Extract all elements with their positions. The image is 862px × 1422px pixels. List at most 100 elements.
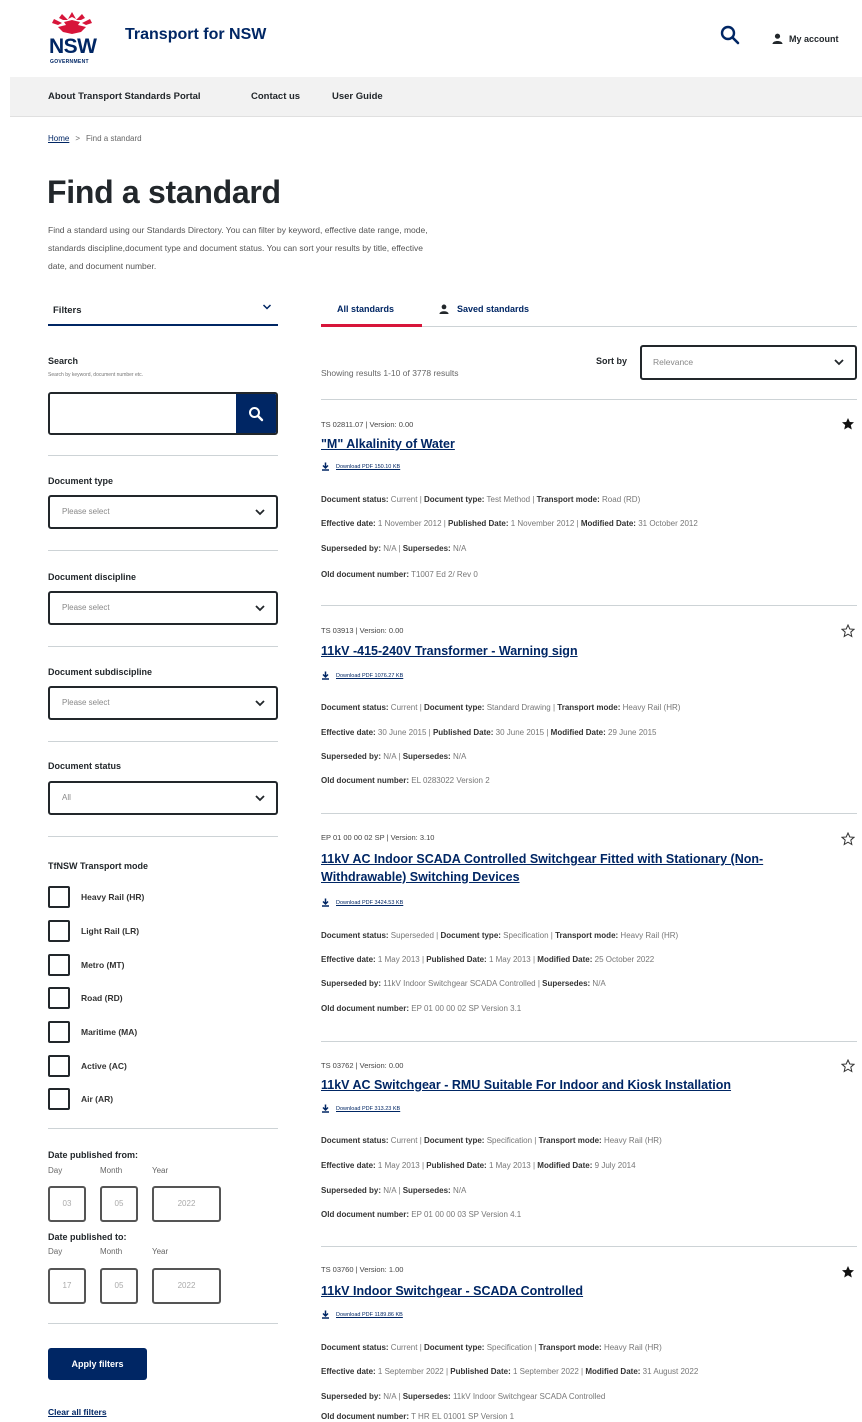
download-link[interactable]: Download PDF 313.23 KB bbox=[321, 1104, 400, 1113]
results-tabs: All standards Saved standards bbox=[321, 298, 857, 327]
checkbox-light-rail[interactable]: Light Rail (LR) bbox=[48, 920, 139, 942]
transport-mode-label: TfNSW Transport mode bbox=[48, 861, 149, 871]
tab-saved-standards[interactable]: Saved standards bbox=[439, 304, 529, 314]
tab-all-standards[interactable]: All standards bbox=[337, 304, 394, 314]
divider bbox=[48, 741, 278, 742]
checkbox[interactable] bbox=[48, 1055, 70, 1077]
divider bbox=[321, 1246, 857, 1247]
results-count: Showing results 1-10 of 3778 results bbox=[321, 368, 459, 378]
result-title[interactable]: "M" Alkalinity of Water bbox=[321, 435, 831, 453]
search-input[interactable] bbox=[50, 394, 240, 433]
to-year-input[interactable]: 2022 bbox=[152, 1268, 221, 1304]
divider bbox=[48, 455, 278, 456]
star-outline-icon[interactable] bbox=[841, 624, 855, 638]
result-title[interactable]: 11kV Indoor Switchgear - SCADA Controlle… bbox=[321, 1282, 831, 1300]
result-dates-line: Effective date: 1 November 2012 | Publis… bbox=[321, 519, 698, 528]
checkbox[interactable] bbox=[48, 987, 70, 1009]
discipline-select[interactable]: Please select bbox=[48, 591, 278, 625]
search-hint: Search by keyword, document number etc. bbox=[48, 372, 144, 378]
discipline-value: Please select bbox=[62, 603, 110, 612]
result-title-line: Withdrawable) Switching Devices bbox=[321, 870, 520, 884]
to-day-input[interactable]: 17 bbox=[48, 1268, 86, 1304]
user-icon bbox=[439, 304, 449, 314]
checkbox-active[interactable]: Active (AC) bbox=[48, 1055, 127, 1077]
checkbox-road[interactable]: Road (RD) bbox=[48, 987, 123, 1009]
result-title[interactable]: 11kV AC Switchgear - RMU Suitable For In… bbox=[321, 1076, 831, 1094]
nav-contact[interactable]: Contact us bbox=[251, 91, 300, 102]
day-label: Day bbox=[48, 1166, 63, 1175]
checkbox-metro[interactable]: Metro (MT) bbox=[48, 954, 124, 976]
nav-about[interactable]: About Transport Standards Portal bbox=[48, 91, 201, 102]
checkbox[interactable] bbox=[48, 1021, 70, 1043]
divider bbox=[321, 399, 857, 400]
result-dates-line: Effective date: 1 September 2022 | Publi… bbox=[321, 1367, 699, 1376]
download-link[interactable]: Download PDF 1076.27 KB bbox=[321, 671, 403, 680]
checkbox-label: Metro (MT) bbox=[81, 960, 125, 970]
document-type-label: Document type bbox=[48, 476, 114, 486]
search-label: Search bbox=[48, 356, 79, 366]
active-tab-indicator bbox=[321, 324, 422, 327]
day-label: Day bbox=[48, 1247, 63, 1256]
chevron-down-icon bbox=[255, 605, 265, 612]
result-status-line: Document status: Current | Document type… bbox=[321, 1343, 662, 1352]
star-filled-icon[interactable] bbox=[841, 417, 855, 431]
star-outline-icon[interactable] bbox=[841, 1059, 855, 1073]
nsw-government-logo[interactable]: NSW GOVERNMENT bbox=[48, 10, 100, 65]
subdiscipline-select[interactable]: Please select bbox=[48, 686, 278, 720]
download-link[interactable]: Download PDF 3424.53 KB bbox=[321, 898, 403, 907]
search-field bbox=[48, 392, 278, 435]
result-status-line: Document status: Current | Document type… bbox=[321, 1136, 662, 1145]
result-id-version: EP 01 00 00 02 SP | Version: 3.10 bbox=[321, 833, 435, 842]
result-title[interactable]: 11kV AC Indoor SCADA Controlled Switchge… bbox=[321, 850, 831, 886]
breadcrumb-current: Find a standard bbox=[86, 134, 142, 143]
star-filled-icon[interactable] bbox=[841, 1265, 855, 1279]
from-day-input[interactable]: 03 bbox=[48, 1186, 86, 1222]
discipline-label: Document discipline bbox=[48, 572, 137, 582]
top-navigation: About Transport Standards Portal Contact… bbox=[10, 77, 862, 117]
sort-select[interactable]: Relevance bbox=[640, 345, 857, 380]
status-select[interactable]: All bbox=[48, 781, 278, 815]
result-status-line: Document status: Current | Document type… bbox=[321, 703, 681, 712]
from-year-input[interactable]: 2022 bbox=[152, 1186, 221, 1222]
clear-filters-link[interactable]: Clear all filters bbox=[48, 1407, 107, 1417]
filters-toggle[interactable]: Filters bbox=[48, 298, 278, 326]
apply-filters-button[interactable]: Apply filters bbox=[48, 1348, 147, 1380]
download-link[interactable]: Download PDF 1189.86 KB bbox=[321, 1310, 403, 1319]
search-icon bbox=[249, 406, 264, 421]
checkbox[interactable] bbox=[48, 886, 70, 908]
checkbox-label: Light Rail (LR) bbox=[81, 926, 140, 936]
document-type-select[interactable]: Please select bbox=[48, 495, 278, 529]
page-title: Find a standard bbox=[47, 174, 281, 210]
result-supersede-line: Superseded by: 11kV Indoor Switchgear SC… bbox=[321, 979, 606, 988]
download-label: Download PDF 1076.27 KB bbox=[336, 672, 404, 679]
result-supersede-line: Superseded by: N/A | Supersedes: 11kV In… bbox=[321, 1392, 606, 1401]
star-outline-icon[interactable] bbox=[841, 832, 855, 846]
site-title[interactable]: Transport for NSW bbox=[125, 26, 266, 44]
breadcrumb-home[interactable]: Home bbox=[48, 134, 69, 143]
checkbox-maritime[interactable]: Maritime (MA) bbox=[48, 1021, 137, 1043]
result-old-number-line: Old document number: T1007 Ed 2/ Rev 0 bbox=[321, 570, 478, 579]
chevron-down-icon bbox=[255, 795, 265, 802]
month-label: Month bbox=[100, 1247, 123, 1256]
to-month-input[interactable]: 05 bbox=[100, 1268, 138, 1304]
checkbox[interactable] bbox=[48, 1088, 70, 1110]
result-id-version: TS 02811.07 | Version: 0.00 bbox=[321, 420, 414, 429]
search-icon[interactable] bbox=[719, 24, 741, 46]
search-submit-button[interactable] bbox=[236, 394, 276, 433]
result-old-number-line: Old document number: EP 01 00 00 02 SP V… bbox=[321, 1004, 522, 1013]
intro-line: date, and document number. bbox=[48, 261, 157, 271]
result-title[interactable]: 11kV -415-240V Transformer - Warning sig… bbox=[321, 642, 831, 660]
checkbox-label: Active (AC) bbox=[81, 1061, 127, 1071]
my-account-link[interactable]: My account bbox=[772, 33, 839, 44]
download-link[interactable]: Download PDF 150.10 KB bbox=[321, 462, 400, 471]
checkbox[interactable] bbox=[48, 954, 70, 976]
nav-user-guide[interactable]: User Guide bbox=[332, 91, 383, 102]
result-old-number-line: Old document number: T HR EL 01001 SP Ve… bbox=[321, 1412, 515, 1421]
checkbox-heavy-rail[interactable]: Heavy Rail (HR) bbox=[48, 886, 144, 908]
from-month-input[interactable]: 05 bbox=[100, 1186, 138, 1222]
site-header: NSW GOVERNMENT Transport for NSW My acco… bbox=[0, 0, 862, 76]
divider bbox=[321, 1041, 857, 1042]
checkbox-air[interactable]: Air (AR) bbox=[48, 1088, 113, 1110]
download-icon bbox=[322, 671, 329, 680]
checkbox[interactable] bbox=[48, 920, 70, 942]
